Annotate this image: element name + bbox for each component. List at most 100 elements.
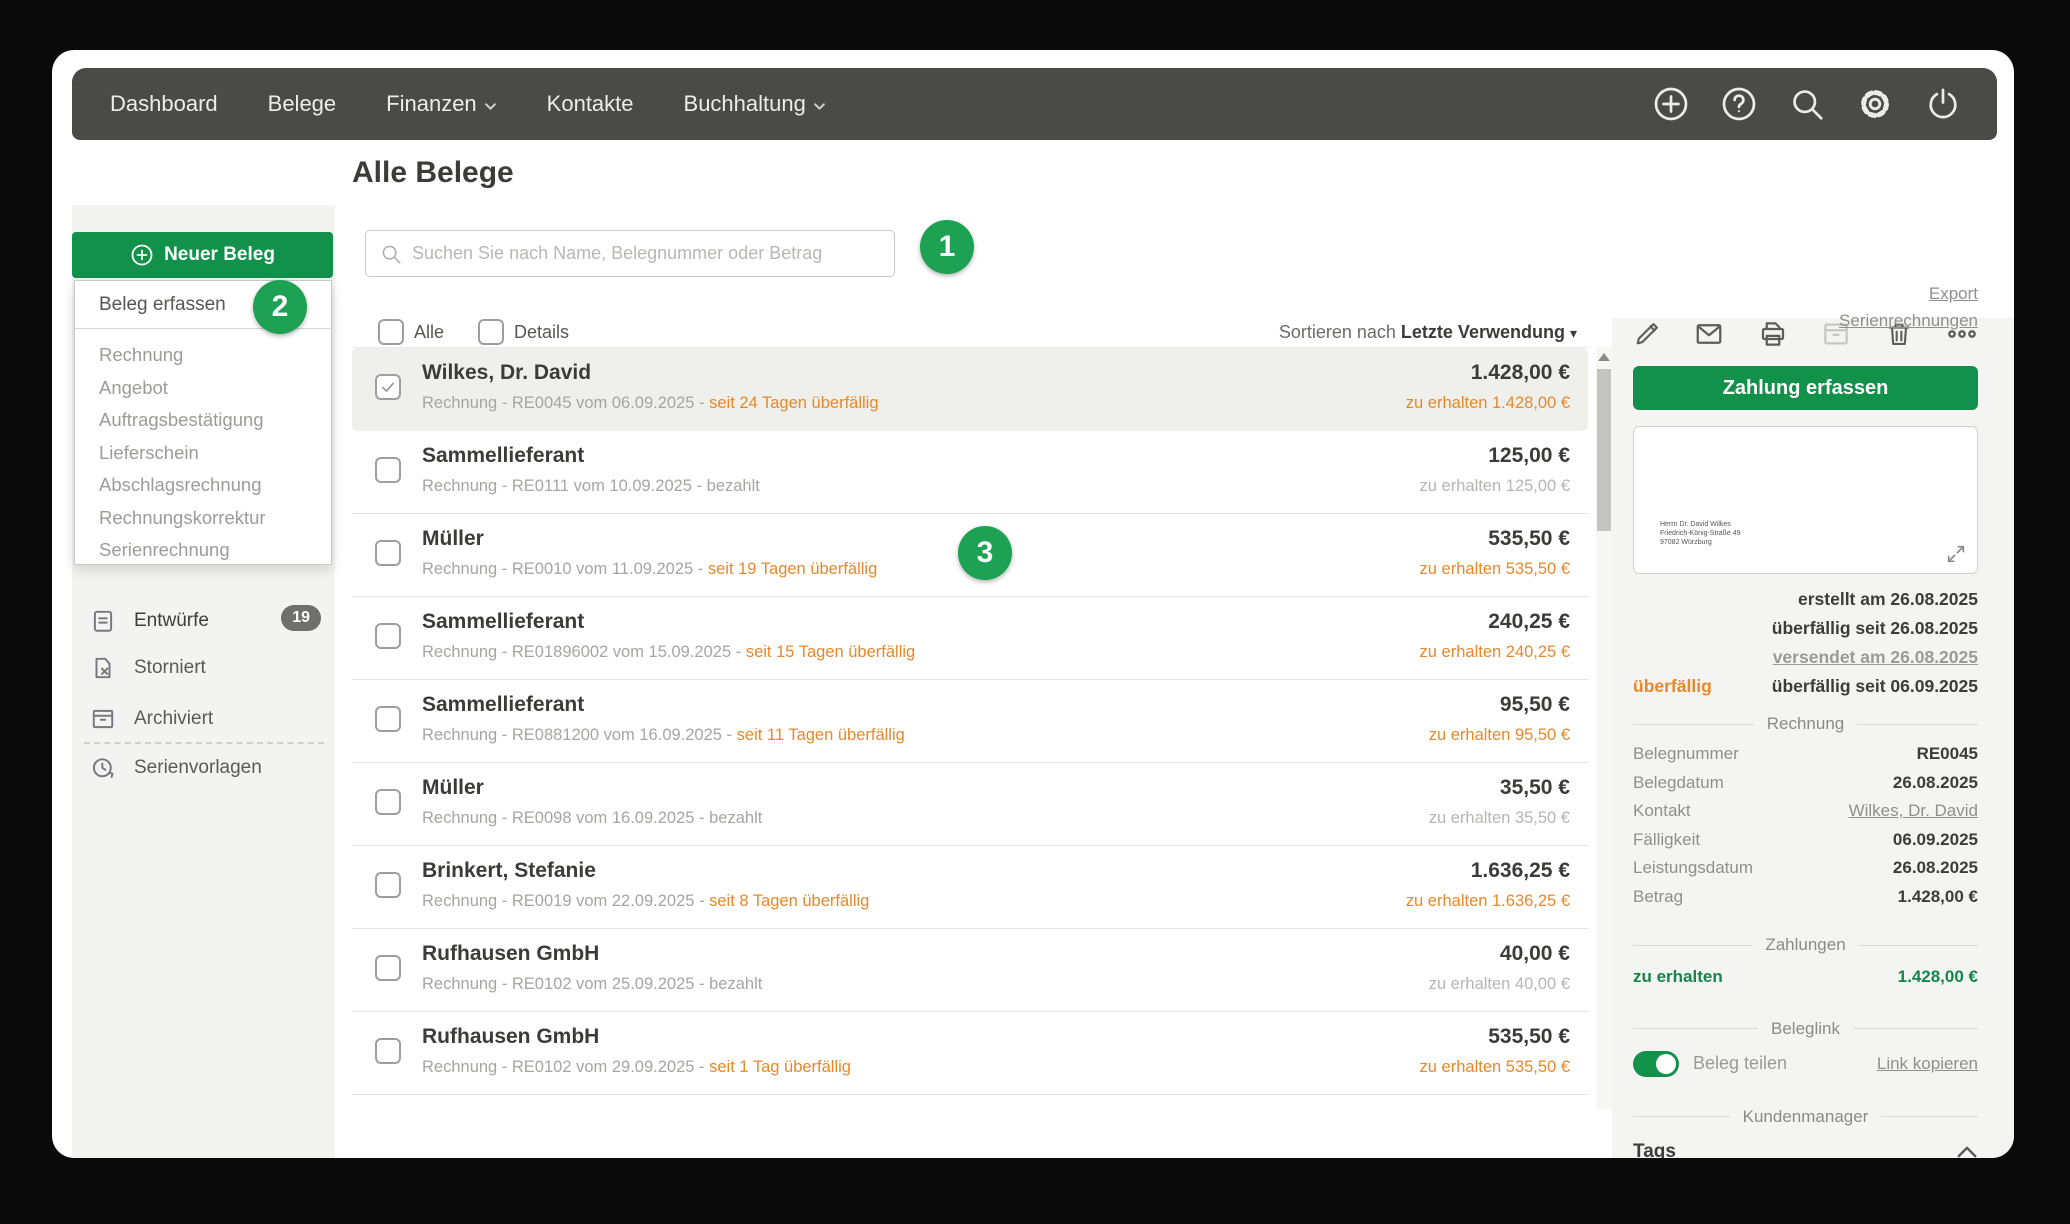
new-beleg-button[interactable]: Neuer Beleg [72,232,333,278]
invoice-row[interactable]: Sammellieferant Rechnung - RE0111 vom 10… [352,431,1588,514]
nav-items: Dashboard Belege Finanzen Kontakte Buchh… [110,91,826,117]
list-scrollbar[interactable] [1596,347,1612,1109]
plus-circle-icon[interactable] [1653,86,1689,122]
scrollbar-up-arrow[interactable] [1598,353,1610,361]
overdue-badge: überfällig [1633,676,1712,705]
overdue-since-2: überfällig seit 06.09.2025 [1772,676,1978,705]
section-rechnung: Rechnung [1633,714,1978,734]
status-badge: seit 15 Tagen überfällig [746,643,915,661]
row-checkbox[interactable] [375,540,401,566]
search-input[interactable] [412,243,880,264]
cancelled-document-icon [90,655,116,681]
select-all-checkbox[interactable] [378,319,404,345]
invoice-row[interactable]: Rufhausen GmbH Rechnung - RE0102 vom 29.… [352,1012,1588,1095]
sidebar-item-storniert[interactable]: Storniert [72,650,335,686]
nav-item-finanzen[interactable]: Finanzen [386,91,497,117]
printer-icon[interactable] [1758,319,1788,349]
sent-date-link[interactable]: versendet am 26.08.2025 [1773,647,1978,667]
menu-item-lieferschein[interactable]: Lieferschein [99,437,331,470]
row-checkbox[interactable] [375,955,401,981]
share-row: Beleg teilen Link kopieren [1633,1051,1978,1077]
tags-row: Tags [1633,1141,1978,1159]
field-value: 26.08.2025 [1893,858,1978,878]
preview-address: Herrn Dr. David Wilkes Friedrich-König-S… [1660,520,1741,547]
app-window: Dashboard Belege Finanzen Kontakte Buchh… [52,50,2014,1158]
gear-icon[interactable] [1857,86,1893,122]
document-preview[interactable]: Herrn Dr. David Wilkes Friedrich-König-S… [1633,426,1978,574]
nav-item-buchhaltung[interactable]: Buchhaltung [684,91,826,117]
recurring-clock-icon [90,755,116,781]
sort-caret-icon: ▾ [1570,325,1577,341]
expand-icon[interactable] [1945,543,1967,565]
menu-item-serienrechnung[interactable]: Serienrechnung [99,534,331,567]
invoice-row[interactable]: Sammellieferant Rechnung - RE0881200 vom… [352,680,1588,763]
share-label: Beleg teilen [1693,1053,1787,1074]
chevron-up-icon[interactable] [1956,1145,1978,1159]
field-label: Betrag [1633,887,1683,907]
invoice-row[interactable]: Wilkes, Dr. David Rechnung - RE0045 vom … [352,348,1588,431]
draft-document-icon [90,608,116,634]
section-beleglink: Beleglink [1633,1019,1978,1039]
invoice-row[interactable]: Rufhausen GmbH Rechnung - RE0102 vom 25.… [352,929,1588,1012]
entwuerfe-count-badge: 19 [281,605,321,631]
invoice-fields: BelegnummerRE0045 Belegdatum26.08.2025 K… [1633,740,1978,911]
status-badge: seit 11 Tagen überfällig [737,726,905,744]
tags-label: Tags [1633,1141,1676,1159]
sidebar-item-entwuerfe[interactable]: Entwürfe 19 [72,603,335,639]
scrollbar-thumb[interactable] [1597,369,1611,531]
help-icon[interactable] [1721,86,1757,122]
annotation-badge-2: 2 [253,280,307,334]
sidebar-item-archiviert[interactable]: Archiviert [72,701,335,737]
nav-item-belege[interactable]: Belege [268,91,337,117]
export-link[interactable]: Export [1839,280,1978,307]
invoice-list: Wilkes, Dr. David Rechnung - RE0045 vom … [352,347,1588,1095]
status-badge: bezahlt [709,975,762,993]
detail-panel: Zahlung erfassen Herrn Dr. David Wilkes … [1612,318,2014,1158]
field-value: 26.08.2025 [1893,773,1978,793]
chevron-down-icon [484,102,497,111]
row-checkbox[interactable] [375,789,401,815]
nav-item-dashboard[interactable]: Dashboard [110,91,218,117]
invoice-row[interactable]: Müller Rechnung - RE0098 vom 16.09.2025 … [352,763,1588,846]
field-label: Kontakt [1633,801,1691,821]
status-badge: seit 19 Tagen überfällig [708,560,877,578]
menu-item-auftragsbestaetigung[interactable]: Auftragsbestätigung [99,404,331,437]
row-checkbox[interactable] [375,1038,401,1064]
dropdown-items: Rechnung Angebot Auftragsbestätigung Lie… [75,329,331,567]
row-checkbox[interactable] [375,706,401,732]
details-checkbox[interactable] [478,319,504,345]
sort-dropdown[interactable]: Sortieren nach Letzte Verwendung ▾ [1279,322,1588,343]
power-icon[interactable] [1925,86,1961,122]
invoice-row[interactable]: Sammellieferant Rechnung - RE01896002 vo… [352,597,1588,680]
row-checkbox[interactable] [375,623,401,649]
zahlung-erfassen-button[interactable]: Zahlung erfassen [1633,366,1978,410]
section-kundenmanager: Kundenmanager [1633,1107,1978,1127]
link-kopieren-link[interactable]: Link kopieren [1877,1054,1978,1074]
status-badge: seit 8 Tagen überfällig [709,892,869,910]
serienrechnungen-link[interactable]: Serienrechnungen [1839,307,1978,334]
edit-pencil-icon[interactable] [1633,320,1661,348]
search-icon[interactable] [1789,86,1825,122]
field-label: Belegnummer [1633,744,1739,764]
search-box [365,230,895,277]
menu-item-abschlagsrechnung[interactable]: Abschlagsrechnung [99,469,331,502]
sidebar-item-serienvorlagen[interactable]: Serienvorlagen [72,750,335,786]
header-links: Export Serienrechnungen [1839,280,1978,334]
menu-item-rechnung[interactable]: Rechnung [99,339,331,372]
row-checkbox-checked[interactable] [375,374,401,400]
menu-item-angebot[interactable]: Angebot [99,372,331,405]
row-checkbox[interactable] [375,457,401,483]
status-badge: bezahlt [709,809,762,827]
menu-item-rechnungskorrektur[interactable]: Rechnungskorrektur [99,502,331,535]
row-checkbox[interactable] [375,872,401,898]
nav-item-kontakte[interactable]: Kontakte [547,91,634,117]
beleg-teilen-toggle[interactable] [1633,1051,1679,1077]
overdue-since: überfällig seit 26.08.2025 [1633,618,1978,647]
field-label: Fälligkeit [1633,830,1700,850]
invoice-row[interactable]: Brinkert, Stefanie Rechnung - RE0019 vom… [352,846,1588,929]
email-envelope-icon[interactable] [1694,319,1724,349]
kontakt-link[interactable]: Wilkes, Dr. David [1849,801,1978,821]
archive-box-icon [90,706,116,732]
field-label: Belegdatum [1633,773,1724,793]
page-title: Alle Belege [352,156,514,190]
